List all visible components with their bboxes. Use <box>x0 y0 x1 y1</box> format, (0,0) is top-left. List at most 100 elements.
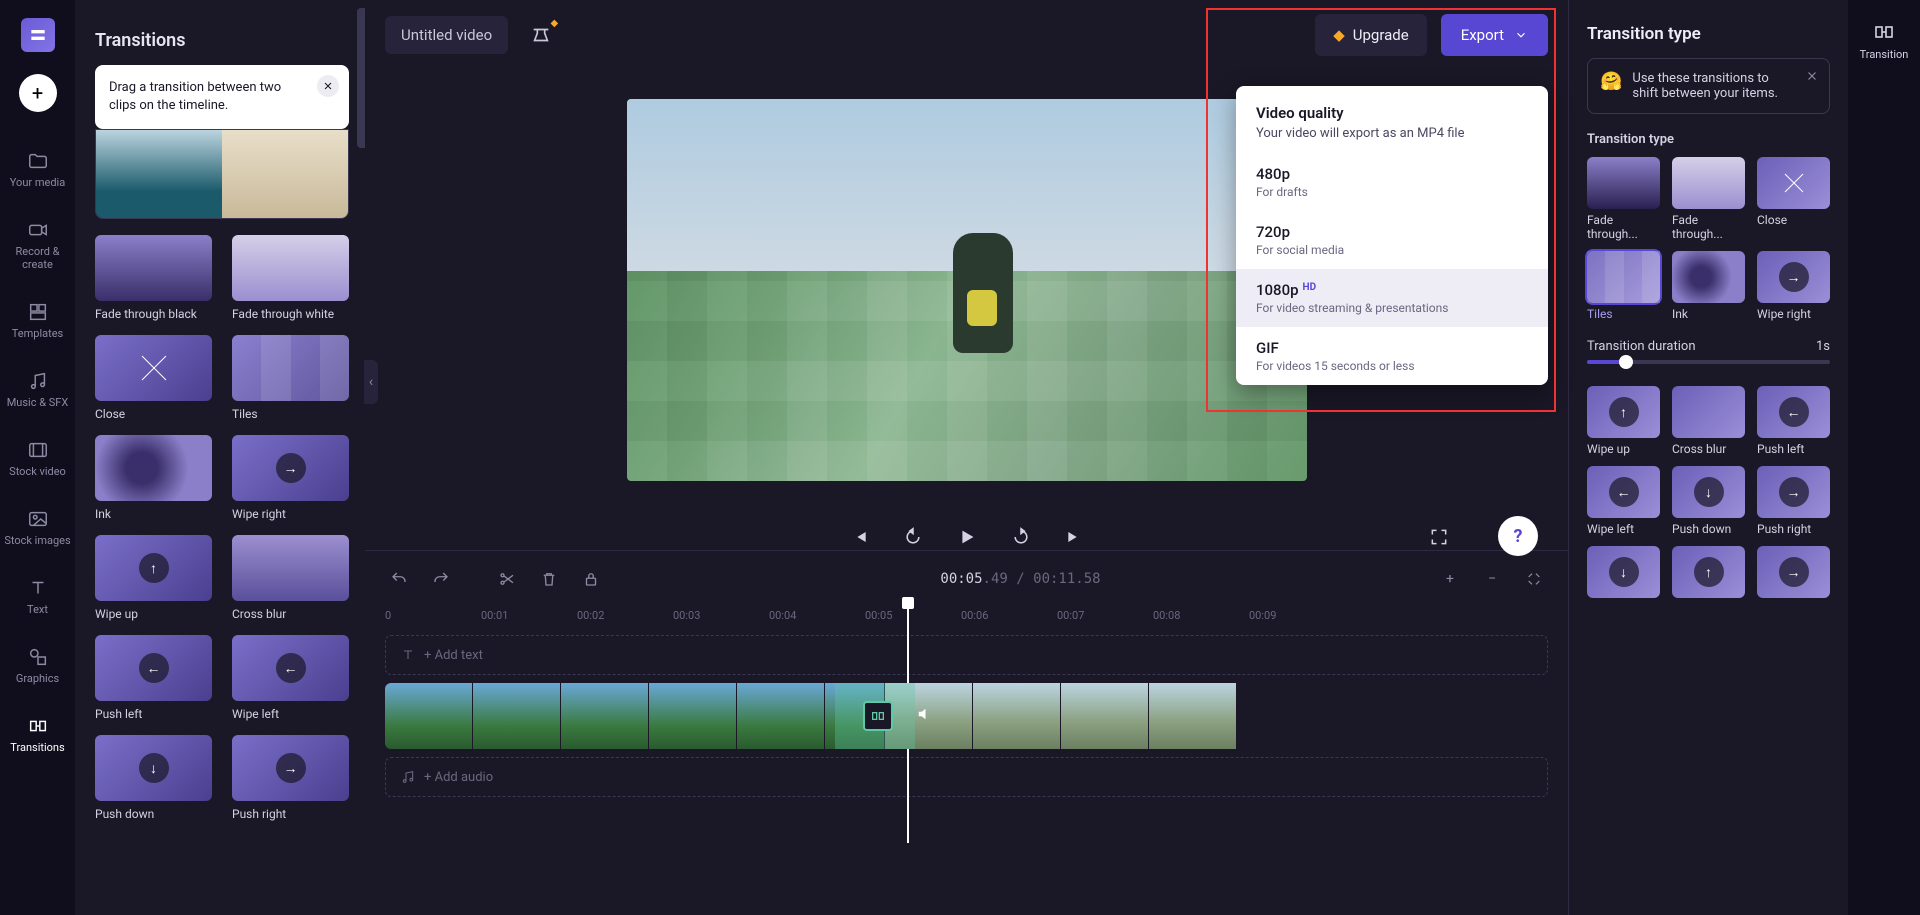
type-push-down[interactable]: ↓Push down <box>1672 466 1745 536</box>
video-title-input[interactable]: Untitled video <box>385 16 508 54</box>
transition-thumb[interactable]: Tiles <box>232 335 349 421</box>
transitions-panel: Transitions Drag a transition between tw… <box>75 0 365 915</box>
type-more[interactable]: ↓ <box>1587 546 1660 598</box>
clip-frame[interactable] <box>737 683 825 749</box>
timeline-toolbar: 00:05.49 / 00:11.58 + − <box>385 565 1548 593</box>
skip-start-button[interactable] <box>846 524 872 550</box>
rail-label: Templates <box>12 327 63 340</box>
timeline: 00:05.49 / 00:11.58 + − 0 00:01 00:02 00… <box>365 550 1568 915</box>
text-track[interactable]: + Add text <box>385 635 1548 675</box>
rail-label: Music & SFX <box>7 396 69 409</box>
transition-thumb[interactable]: →Wipe right <box>232 435 349 521</box>
type-fade-black[interactable]: Fade through... <box>1587 157 1660 241</box>
transition-thumb[interactable]: Fade through black <box>95 235 212 321</box>
clip-frame[interactable] <box>973 683 1061 749</box>
timecode: 00:05.49 / 00:11.58 <box>940 571 1100 587</box>
type-more[interactable]: ↑ <box>1672 546 1745 598</box>
type-close[interactable]: Close <box>1757 157 1830 241</box>
transition-marker[interactable] <box>863 701 893 731</box>
type-cross-blur[interactable]: Cross blur <box>1672 386 1745 456</box>
duration-slider[interactable] <box>1587 360 1830 364</box>
clip-frame[interactable] <box>385 683 473 749</box>
audio-track[interactable]: + Add audio <box>385 757 1548 797</box>
upgrade-label: Upgrade <box>1353 26 1409 44</box>
add-media-button[interactable]: + <box>19 74 57 112</box>
export-option-720p[interactable]: 720p For social media <box>1236 211 1548 269</box>
export-option-1080p[interactable]: 1080pHD For video streaming & presentati… <box>1236 269 1548 327</box>
fullscreen-button[interactable] <box>1426 524 1452 550</box>
section-transition-type: Transition type <box>1587 132 1830 147</box>
transition-thumb[interactable]: →Push right <box>232 735 349 821</box>
export-button[interactable]: Export <box>1441 14 1548 56</box>
play-button[interactable] <box>954 524 980 550</box>
export-option-480p[interactable]: 480p For drafts <box>1236 153 1548 211</box>
export-label: Export <box>1461 26 1504 44</box>
type-wipe-right[interactable]: →Wipe right <box>1757 251 1830 321</box>
transition-thumb[interactable]: ↑Wipe up <box>95 535 212 621</box>
split-button[interactable] <box>493 565 521 593</box>
transition-thumb[interactable]: ↓Push down <box>95 735 212 821</box>
type-wipe-left[interactable]: ←Wipe left <box>1587 466 1660 536</box>
transition-thumb[interactable]: Ink <box>95 435 212 521</box>
undo-button[interactable] <box>385 565 413 593</box>
rail-transition-tab[interactable]: Transition <box>1860 20 1909 61</box>
delete-button[interactable] <box>535 565 563 593</box>
type-more[interactable]: → <box>1757 546 1830 598</box>
type-wipe-up[interactable]: ↑Wipe up <box>1587 386 1660 456</box>
fit-timeline-button[interactable] <box>1520 565 1548 593</box>
skip-end-button[interactable] <box>1062 524 1088 550</box>
type-push-left[interactable]: ←Push left <box>1757 386 1830 456</box>
help-button[interactable]: ? <box>1498 516 1538 556</box>
export-menu-heading: Video quality <box>1236 104 1548 126</box>
lock-button[interactable] <box>577 565 605 593</box>
export-option-gif[interactable]: GIF For videos 15 seconds or less <box>1236 327 1548 385</box>
panel-scrollbar[interactable] <box>357 0 365 915</box>
video-preview[interactable] <box>627 99 1307 481</box>
rail-templates[interactable]: Templates <box>0 291 75 350</box>
timeline-ruler[interactable]: 0 00:01 00:02 00:03 00:04 00:05 00:06 00… <box>385 603 1548 627</box>
transition-thumb[interactable]: Close <box>95 335 212 421</box>
clip-frame[interactable] <box>1149 683 1237 749</box>
video-track[interactable] <box>385 683 1548 749</box>
redo-button[interactable] <box>427 565 455 593</box>
type-push-right[interactable]: →Push right <box>1757 466 1830 536</box>
rail-label: Transitions <box>10 741 64 754</box>
type-ink[interactable]: Ink <box>1672 251 1745 321</box>
transition-thumb[interactable]: ←Push left <box>95 635 212 721</box>
rail-label: Stock video <box>9 465 66 478</box>
close-tip-button[interactable] <box>317 75 339 97</box>
tip-emoji-icon: 🤗 <box>1600 71 1622 92</box>
rail-transitions[interactable]: Transitions <box>0 705 75 764</box>
rail-label: Transition <box>1860 48 1909 61</box>
type-fade-white[interactable]: Fade through... <box>1672 157 1745 241</box>
rewind-button[interactable] <box>900 524 926 550</box>
type-tiles[interactable]: Tiles <box>1587 251 1660 321</box>
rail-stock-images[interactable]: Stock images <box>0 498 75 557</box>
transition-thumb[interactable]: Cross blur <box>232 535 349 621</box>
rail-stock-video[interactable]: Stock video <box>0 429 75 488</box>
clip-frame[interactable] <box>561 683 649 749</box>
rail-record-create[interactable]: Record & create <box>0 209 75 281</box>
transition-type-grid-2: ↑Wipe up Cross blur ←Push left ←Wipe lef… <box>1587 386 1830 598</box>
panel-title: Transitions <box>95 30 349 51</box>
filters-button[interactable]: ◆ <box>522 16 560 54</box>
clip-frame[interactable] <box>649 683 737 749</box>
editor-center: ‹ Untitled video ◆ ◆ Upgrade Export Vide… <box>365 0 1568 915</box>
transition-thumb[interactable]: ←Wipe left <box>232 635 349 721</box>
zoom-in-button[interactable]: + <box>1436 565 1464 593</box>
rail-graphics[interactable]: Graphics <box>0 636 75 695</box>
close-tip-button[interactable] <box>1805 69 1819 87</box>
rail-your-media[interactable]: Your media <box>0 140 75 199</box>
clip-frame[interactable] <box>1061 683 1149 749</box>
forward-button[interactable] <box>1008 524 1034 550</box>
transport-controls: ? <box>365 510 1568 550</box>
transition-grid: Fade through black Fade through white Cl… <box>95 235 349 821</box>
zoom-out-button[interactable]: − <box>1478 565 1506 593</box>
right-rail: Transition <box>1848 0 1920 915</box>
clip-audio-icon[interactable] <box>915 705 933 727</box>
rail-music-sfx[interactable]: Music & SFX <box>0 360 75 419</box>
upgrade-button[interactable]: ◆ Upgrade <box>1315 14 1426 56</box>
rail-text[interactable]: Text <box>0 567 75 626</box>
clip-frame[interactable] <box>473 683 561 749</box>
transition-thumb[interactable]: Fade through white <box>232 235 349 321</box>
